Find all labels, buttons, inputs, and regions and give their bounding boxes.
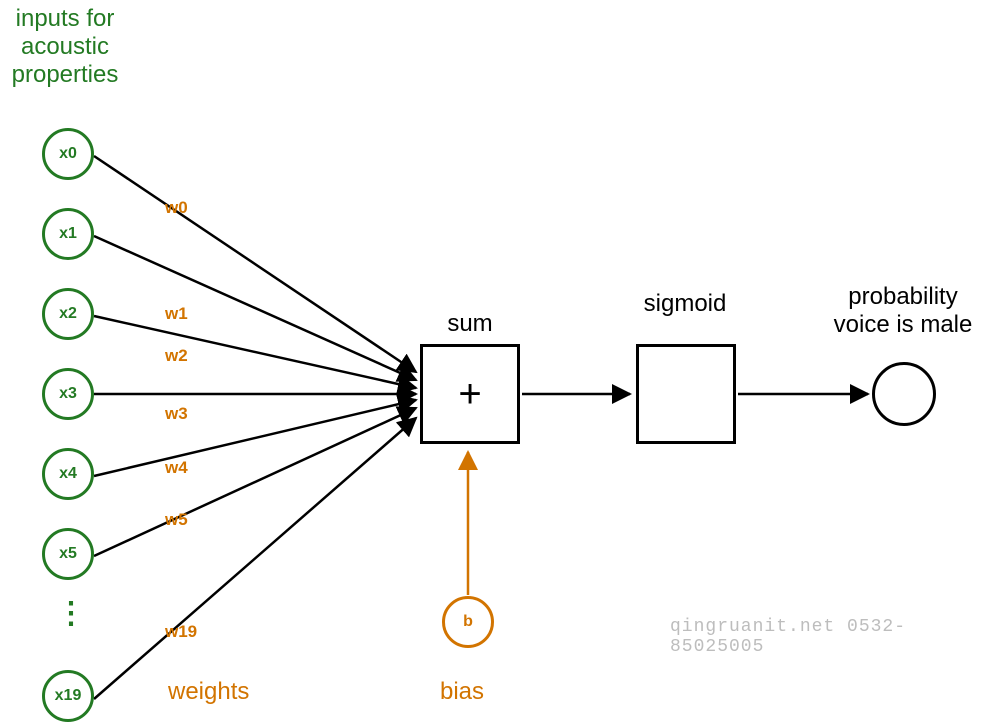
diagram-stage: inputs for acoustic properties sum sigmo…	[0, 0, 998, 723]
ellipsis-icon: ⋮	[56, 600, 86, 628]
weight-label-w1: w1	[165, 300, 188, 328]
input-node-x0: x0	[42, 128, 94, 180]
inputs-title-line3: properties	[12, 61, 119, 88]
input-node-x2: x2	[42, 288, 94, 340]
sigmoid-box	[636, 344, 736, 444]
sum-box: +	[420, 344, 520, 444]
sum-label: sum	[430, 310, 510, 338]
input-node-x3: x3	[42, 368, 94, 420]
input-node-x5: x5	[42, 528, 94, 580]
output-label: probability voice is male	[808, 283, 998, 339]
sum-symbol: +	[458, 372, 481, 417]
input-node-x4: x4	[42, 448, 94, 500]
input-node-x1: x1	[42, 208, 94, 260]
bias-symbol: b	[463, 613, 473, 631]
inputs-title: inputs for acoustic properties	[0, 5, 130, 89]
weight-label-w3: w3	[165, 400, 188, 428]
weight-label-w4: w4	[165, 454, 188, 482]
bias-label: bias	[440, 678, 484, 706]
weight-label-w19: w19	[165, 618, 197, 646]
sigmoid-label: sigmoid	[620, 290, 750, 318]
weights-group-label: weights	[168, 678, 249, 706]
output-label-line2: voice is male	[834, 311, 973, 338]
inputs-title-line1: inputs for	[16, 5, 115, 32]
weight-label-w5: w5	[165, 506, 188, 534]
output-label-line1: probability	[848, 283, 957, 310]
output-node	[872, 362, 936, 426]
weight-label-w0: w0	[165, 194, 188, 222]
watermark-text: qingruanit.net 0532-85025005	[670, 617, 998, 657]
weight-label-w2: w2	[165, 342, 188, 370]
inputs-title-line2: acoustic	[21, 33, 109, 60]
input-node-x19: x19	[42, 670, 94, 722]
bias-node: b	[442, 596, 494, 648]
